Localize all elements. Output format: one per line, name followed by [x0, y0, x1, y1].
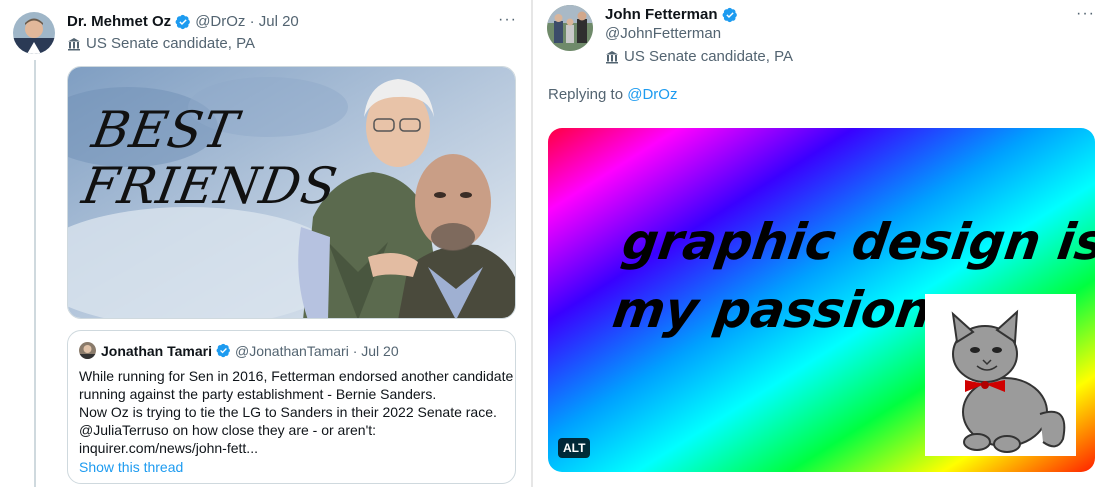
oz-tweet: Dr. Mehmet Oz @DrOz · Jul 20 ··· US Sena… [0, 0, 531, 487]
quoted-text-line[interactable]: inquirer.com/news/john-fett... [79, 439, 504, 457]
quoted-author-name: Jonathan Tamari [101, 342, 212, 359]
replying-to-line: Replying to @DrOz [548, 86, 677, 103]
fetterman-avatar[interactable] [547, 5, 593, 51]
caption-line-1: BEST [87, 101, 243, 159]
fetterman-senate-label: US Senate candidate, PA [624, 48, 793, 65]
government-building-icon [68, 37, 80, 50]
fetterman-label-row: US Senate candidate, PA [605, 48, 793, 65]
government-building-icon [606, 50, 618, 63]
quoted-text-line[interactable]: @JuliaTerruso on how close they are - or… [79, 421, 504, 439]
oz-more-icon[interactable]: ··· [498, 11, 517, 29]
quoted-tweet-text: While running for Sen in 2016, Fetterman… [79, 367, 514, 457]
caption-line-2: FRIENDS [77, 157, 342, 215]
oz-handle-date[interactable]: @DrOz · Jul 20 [195, 13, 299, 30]
fetterman-display-name[interactable]: John Fetterman [605, 6, 718, 23]
alt-text-badge[interactable]: ALT [558, 438, 591, 458]
caption-line-1: graphic design is [618, 213, 1095, 271]
oz-senate-label: US Senate candidate, PA [86, 35, 255, 52]
quoted-tweet-card[interactable]: Jonathan Tamari @JonathanTamari · Jul 20… [67, 330, 516, 484]
quoted-handle-date: @JonathanTamari · Jul 20 [235, 342, 399, 359]
quoted-tweet-header: Jonathan Tamari @JonathanTamari · Jul 20 [79, 342, 504, 359]
best-friends-caption: BEST FRIENDS [77, 101, 351, 215]
quoted-author-avatar [79, 342, 96, 359]
fetterman-tweet-image[interactable]: graphic design is my passion. ALT [548, 128, 1095, 472]
oz-name-row: Dr. Mehmet Oz @DrOz · Jul 20 [67, 13, 299, 30]
fetterman-name-row: John Fetterman [605, 6, 738, 23]
cat-icon [951, 309, 1066, 453]
replying-to-handle-link[interactable]: @DrOz [627, 86, 677, 103]
fetterman-more-icon[interactable]: ··· [1076, 5, 1095, 23]
quoted-text-line: While running for Sen in 2016, Fetterman… [79, 368, 514, 384]
verified-badge-icon [216, 343, 230, 358]
oz-avatar[interactable] [13, 12, 55, 54]
fetterman-tweet: John Fetterman @JohnFetterman ··· US Sen… [531, 0, 1110, 487]
show-this-thread-link[interactable]: Show this thread [79, 459, 504, 475]
verified-badge-icon [175, 14, 191, 29]
fetterman-handle[interactable]: @JohnFetterman [605, 25, 721, 42]
replying-to-prefix: Replying to [548, 86, 624, 103]
oz-display-name[interactable]: Dr. Mehmet Oz [67, 13, 171, 30]
oz-label-row: US Senate candidate, PA [67, 35, 255, 52]
thread-connector-line [34, 60, 36, 487]
fetterman-handle-row: @JohnFetterman [605, 25, 721, 42]
verified-badge-icon [722, 7, 737, 22]
cat-clipart [925, 294, 1076, 456]
oz-tweet-image[interactable]: BEST FRIENDS [67, 66, 516, 319]
quoted-text-line: Now Oz is trying to tie the LG to Sander… [79, 404, 497, 420]
quoted-text-line: running against the party establishment … [79, 386, 437, 402]
